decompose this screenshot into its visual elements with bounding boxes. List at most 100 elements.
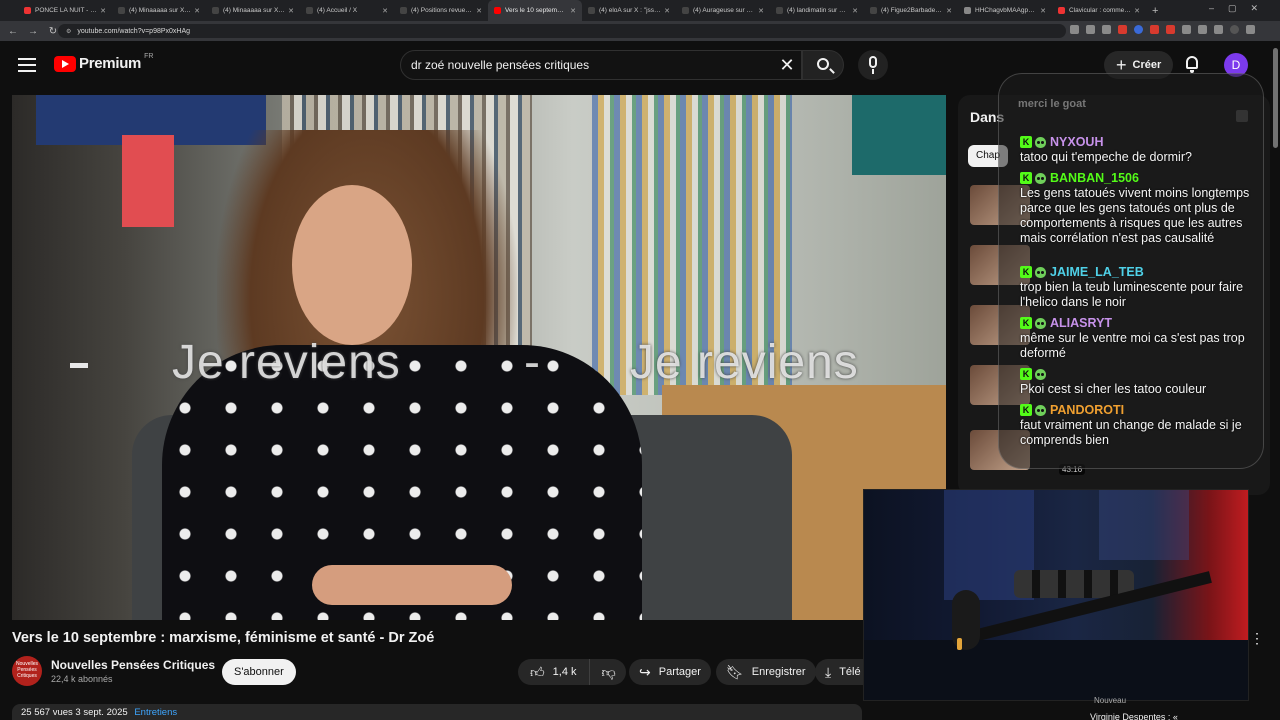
chat-user-line: K PANDOROTI [1020,402,1256,418]
video-title: Vers le 10 septembre : marxisme, féminis… [12,630,435,646]
new-tab-icon[interactable]: + [1152,5,1158,17]
video-tag[interactable]: Entretiens [134,707,177,718]
alien-badge-icon [1035,404,1046,416]
chat-message: K BANBAN_1506 Les gens tatoués vivent moin… [1020,170,1256,246]
tab-close-icon[interactable]: ✕ [1134,7,1140,15]
voice-search-button[interactable] [858,50,888,80]
tab-close-icon[interactable]: ✕ [664,7,670,15]
menu-dots-icon[interactable] [1246,25,1255,34]
tab-favicon-icon [494,7,501,14]
forward-icon[interactable]: → [26,26,40,37]
tab-favicon-icon [776,7,783,14]
tab-close-icon[interactable]: ✕ [1040,7,1046,15]
clear-search-icon[interactable]: ✕ [773,55,801,76]
thumbs-down-icon[interactable]: 👎︎ [590,664,616,681]
tab-title: Vers le 10 septembre : [505,7,568,14]
tab-favicon-icon [588,7,595,14]
tab-title: (4) eloA sur X : "jss ren [599,7,662,14]
tab-favicon-icon [1058,7,1065,14]
alien-badge-icon [1035,136,1046,148]
tab-close-icon[interactable]: ✕ [194,7,200,15]
address-bar[interactable]: ⚙ youtube.com/watch?v=p98Px0xHAg [58,24,1066,38]
browser-tab[interactable]: (4) Minaaaaa sur X : "| ✕ [112,0,206,21]
youtube-logo[interactable]: Premium FR [54,53,153,72]
video-player[interactable]: Je reviens - Je reviens [12,95,946,620]
tab-title: (4) Positions revue (@ [411,7,474,14]
webcam-overlay [863,489,1249,701]
tab-title: (4) Minaaaaa sur X : "| [129,7,192,14]
browser-tab[interactable]: Clavicular : comment ur ✕ [1052,0,1146,21]
browser-tab[interactable]: (4) landimatin sur X : " ✕ [770,0,864,21]
tab-close-icon[interactable]: ✕ [570,7,576,15]
extension-icon[interactable] [1150,25,1159,34]
tab-close-icon[interactable]: ✕ [100,7,106,15]
download-button[interactable]: ⤓ Télé [815,659,863,685]
extension-icon[interactable] [1134,25,1143,34]
window-controls[interactable]: –▢✕ [1209,3,1272,14]
sidebar-icon[interactable] [1214,25,1223,34]
share-button[interactable]: ↪ Partager [629,659,711,685]
scrollbar-thumb[interactable] [1273,48,1278,148]
browser-tab[interactable]: PONCE LA NUIT - SAIS✕ [18,0,112,21]
chat-username[interactable]: ALIASRYT [1050,316,1112,330]
search-box[interactable]: dr zoé nouvelle pensées critiques ✕ [400,50,802,80]
youtube-play-icon [54,55,76,72]
browser-tab[interactable]: (4) Positions revue (@ ✕ [394,0,488,21]
tab-close-icon[interactable]: ✕ [946,7,952,15]
channel-name[interactable]: Nouvelles Pensées Critiques [51,658,215,672]
tab-title: (4) Minaaaaa sur X : "u [223,7,286,14]
browser-tab[interactable]: (4) Aurageuse sur X : " ✕ [676,0,770,21]
chat-username[interactable]: JAIME_LA_TEB [1050,265,1144,279]
extension-icon[interactable] [1182,25,1191,34]
channel-avatar[interactable]: Nouvelles Pensées Critiques [12,656,42,686]
chat-text: même sur le ventre moi ca s'est pas trop… [1020,331,1245,360]
tab-close-icon[interactable]: ✕ [382,7,388,15]
browser-tab[interactable]: (4) Figue2Barbade sur X✕ [864,0,958,21]
extension-icon[interactable] [1166,25,1175,34]
site-info-icon[interactable]: ⚙ [66,28,71,35]
bookmark-star-icon[interactable] [1102,25,1111,34]
subscribe-button[interactable]: S'abonner [222,659,296,685]
tab-close-icon[interactable]: ✕ [288,7,294,15]
extension-icons [1070,25,1255,34]
like-button[interactable]: 👍︎ 1,4 k [518,659,590,685]
microphone-icon [869,56,877,68]
profile-icon[interactable] [1230,25,1239,34]
alien-badge-icon [1035,317,1046,329]
search-input[interactable]: dr zoé nouvelle pensées critiques [411,58,773,72]
back-icon[interactable]: ← [6,26,20,37]
chat-username[interactable]: NYXOUH [1050,135,1103,149]
tab-close-icon[interactable]: ✕ [476,7,482,15]
kick-badge-icon: K [1020,172,1032,184]
close-icon[interactable] [1236,110,1248,122]
chat-username[interactable]: BANBAN_1506 [1050,171,1139,185]
browser-tab[interactable]: HHChagvbMAAgpoc.jp ✕ [958,0,1052,21]
zoom-icon[interactable] [1086,25,1095,34]
notifications-bell-icon[interactable] [1184,55,1200,73]
chat-message: K NYXOUH tatoo qui t'empeche de dormir? [1020,134,1256,165]
upload-date: 3 sept. 2025 [75,707,128,718]
kick-badge-icon: K [1020,368,1032,380]
alien-badge-icon [1035,368,1046,380]
hamburger-menu-icon[interactable] [18,58,36,72]
browser-tab[interactable]: (4) Accueil / X ✕ [300,0,394,21]
browser-tab[interactable]: (4) Minaaaaa sur X : "u ✕ [206,0,300,21]
share-arrow-icon: ↪ [639,663,651,680]
browser-tab[interactable]: Vers le 10 septembre : ✕ [488,0,582,21]
more-options-icon[interactable]: ⋮ [1250,630,1264,647]
tab-close-icon[interactable]: ✕ [758,7,764,15]
save-label: Enregistrer [751,666,806,678]
cast-icon[interactable] [1070,25,1079,34]
recommended-title[interactable]: Virginie Despentes : « [1090,712,1178,720]
tab-title: (4) Accueil / X [317,7,358,14]
search-button[interactable] [802,50,844,80]
overlay-text-right: Je reviens [630,336,859,389]
extension-icon[interactable] [1118,25,1127,34]
view-count: 25 567 vues [21,707,73,718]
chat-username[interactable]: PANDOROTI [1050,403,1124,417]
browser-tab[interactable]: (4) eloA sur X : "jss ren ✕ [582,0,676,21]
save-button[interactable]: 🔖︎ Enregistrer [716,659,816,685]
puzzle-icon[interactable] [1198,25,1207,34]
tab-close-icon[interactable]: ✕ [852,7,858,15]
like-dislike-group: 👍︎ 1,4 k 👎︎ [518,659,626,685]
